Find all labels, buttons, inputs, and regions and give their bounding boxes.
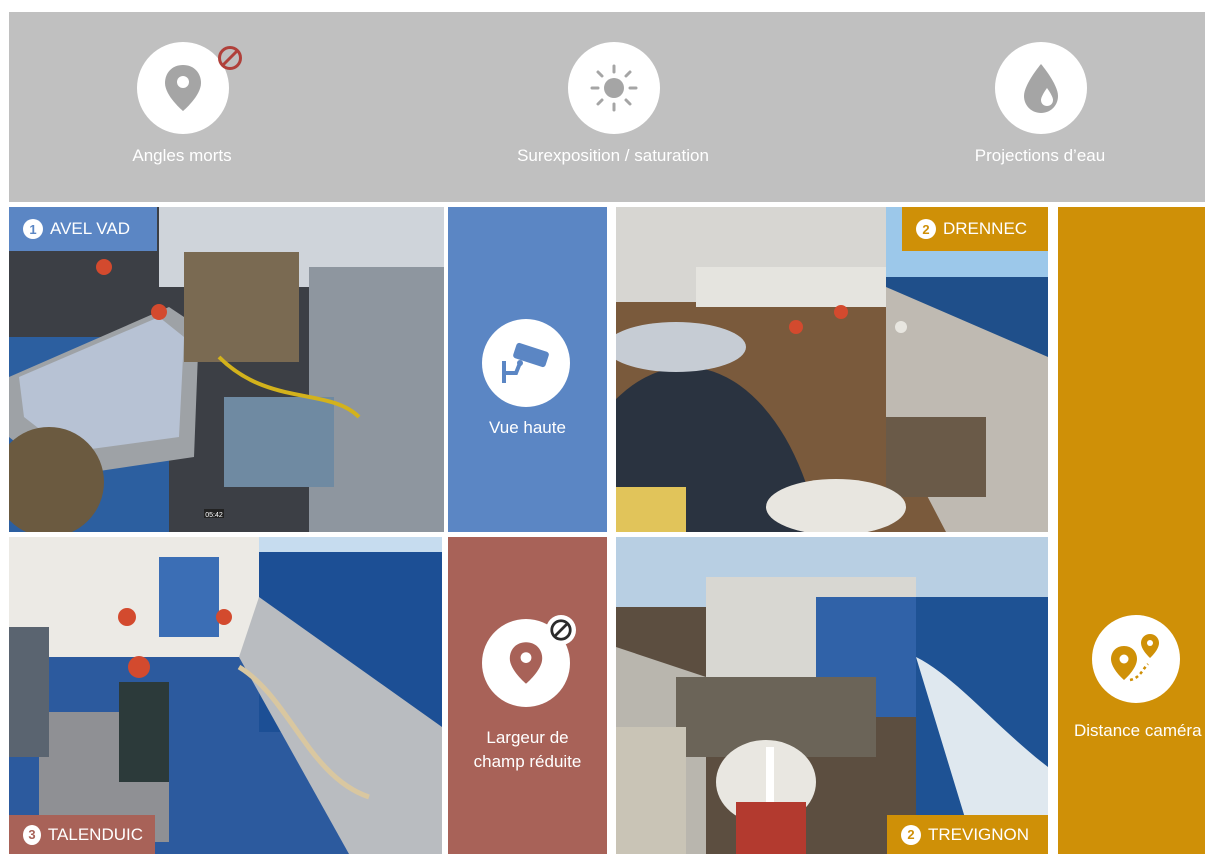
issue-water-spray: Projections d’eau: [910, 12, 1170, 202]
panel-label: Distance caméra: [1074, 721, 1202, 740]
camera-tag-trevignon: 2 TREVIGNON: [887, 815, 1048, 854]
camera-photo-trevignon: 2 TREVIGNON: [616, 537, 1048, 854]
camera-name: AVEL VAD: [50, 219, 130, 238]
issue-label: Angles morts: [132, 146, 232, 165]
camera-photo-avel-vad: 05:42 1 AVEL VAD: [9, 207, 444, 532]
camera-name: DRENNEC: [943, 219, 1028, 238]
issue-label: Surexposition / saturation: [517, 146, 709, 165]
camera-photo-talenduic: 3 TALENDUIC: [9, 537, 442, 854]
panel-label: Vue haute: [489, 418, 566, 437]
security-camera-icon: [482, 319, 570, 407]
panel-label-line1: Largeur de: [486, 728, 569, 747]
panel-top-view: Vue haute: [448, 207, 607, 532]
route-pins-icon: [1092, 615, 1180, 703]
camera-number: 3: [23, 824, 41, 845]
issue-label: Projections d’eau: [974, 146, 1106, 165]
panel-camera-distance: Distance caméra: [1058, 207, 1205, 854]
camera-number: 1: [23, 219, 43, 239]
camera-tag-drennec: 2 DRENNEC: [902, 207, 1048, 251]
photo-timestamp: 05:42: [205, 512, 223, 519]
camera-tag-avel-vad: 1 AVEL VAD: [9, 207, 157, 251]
panel-narrow-field: Largeur de champ réduite: [448, 537, 607, 854]
issue-blind-spots: Angles morts: [52, 12, 312, 202]
water-drop-icon: [995, 42, 1087, 134]
issue-overexposure: Surexposition / saturation: [483, 12, 743, 202]
location-pin-banned-icon: [137, 42, 229, 134]
banned-icon: [218, 46, 242, 70]
sun-icon: [568, 42, 660, 134]
camera-tag-talenduic: 3 TALENDUIC: [9, 815, 155, 854]
panel-label-line2: champ réduite: [473, 752, 582, 771]
camera-name: TREVIGNON: [928, 824, 1030, 844]
issues-banner: Angles morts Surexposition / saturation …: [9, 12, 1205, 202]
camera-name: TALENDUIC: [47, 824, 143, 844]
camera-photo-drennec: 2 DRENNEC: [616, 207, 1048, 532]
banned-icon: [546, 615, 576, 645]
camera-number: 2: [901, 824, 921, 845]
camera-number: 2: [916, 219, 936, 239]
